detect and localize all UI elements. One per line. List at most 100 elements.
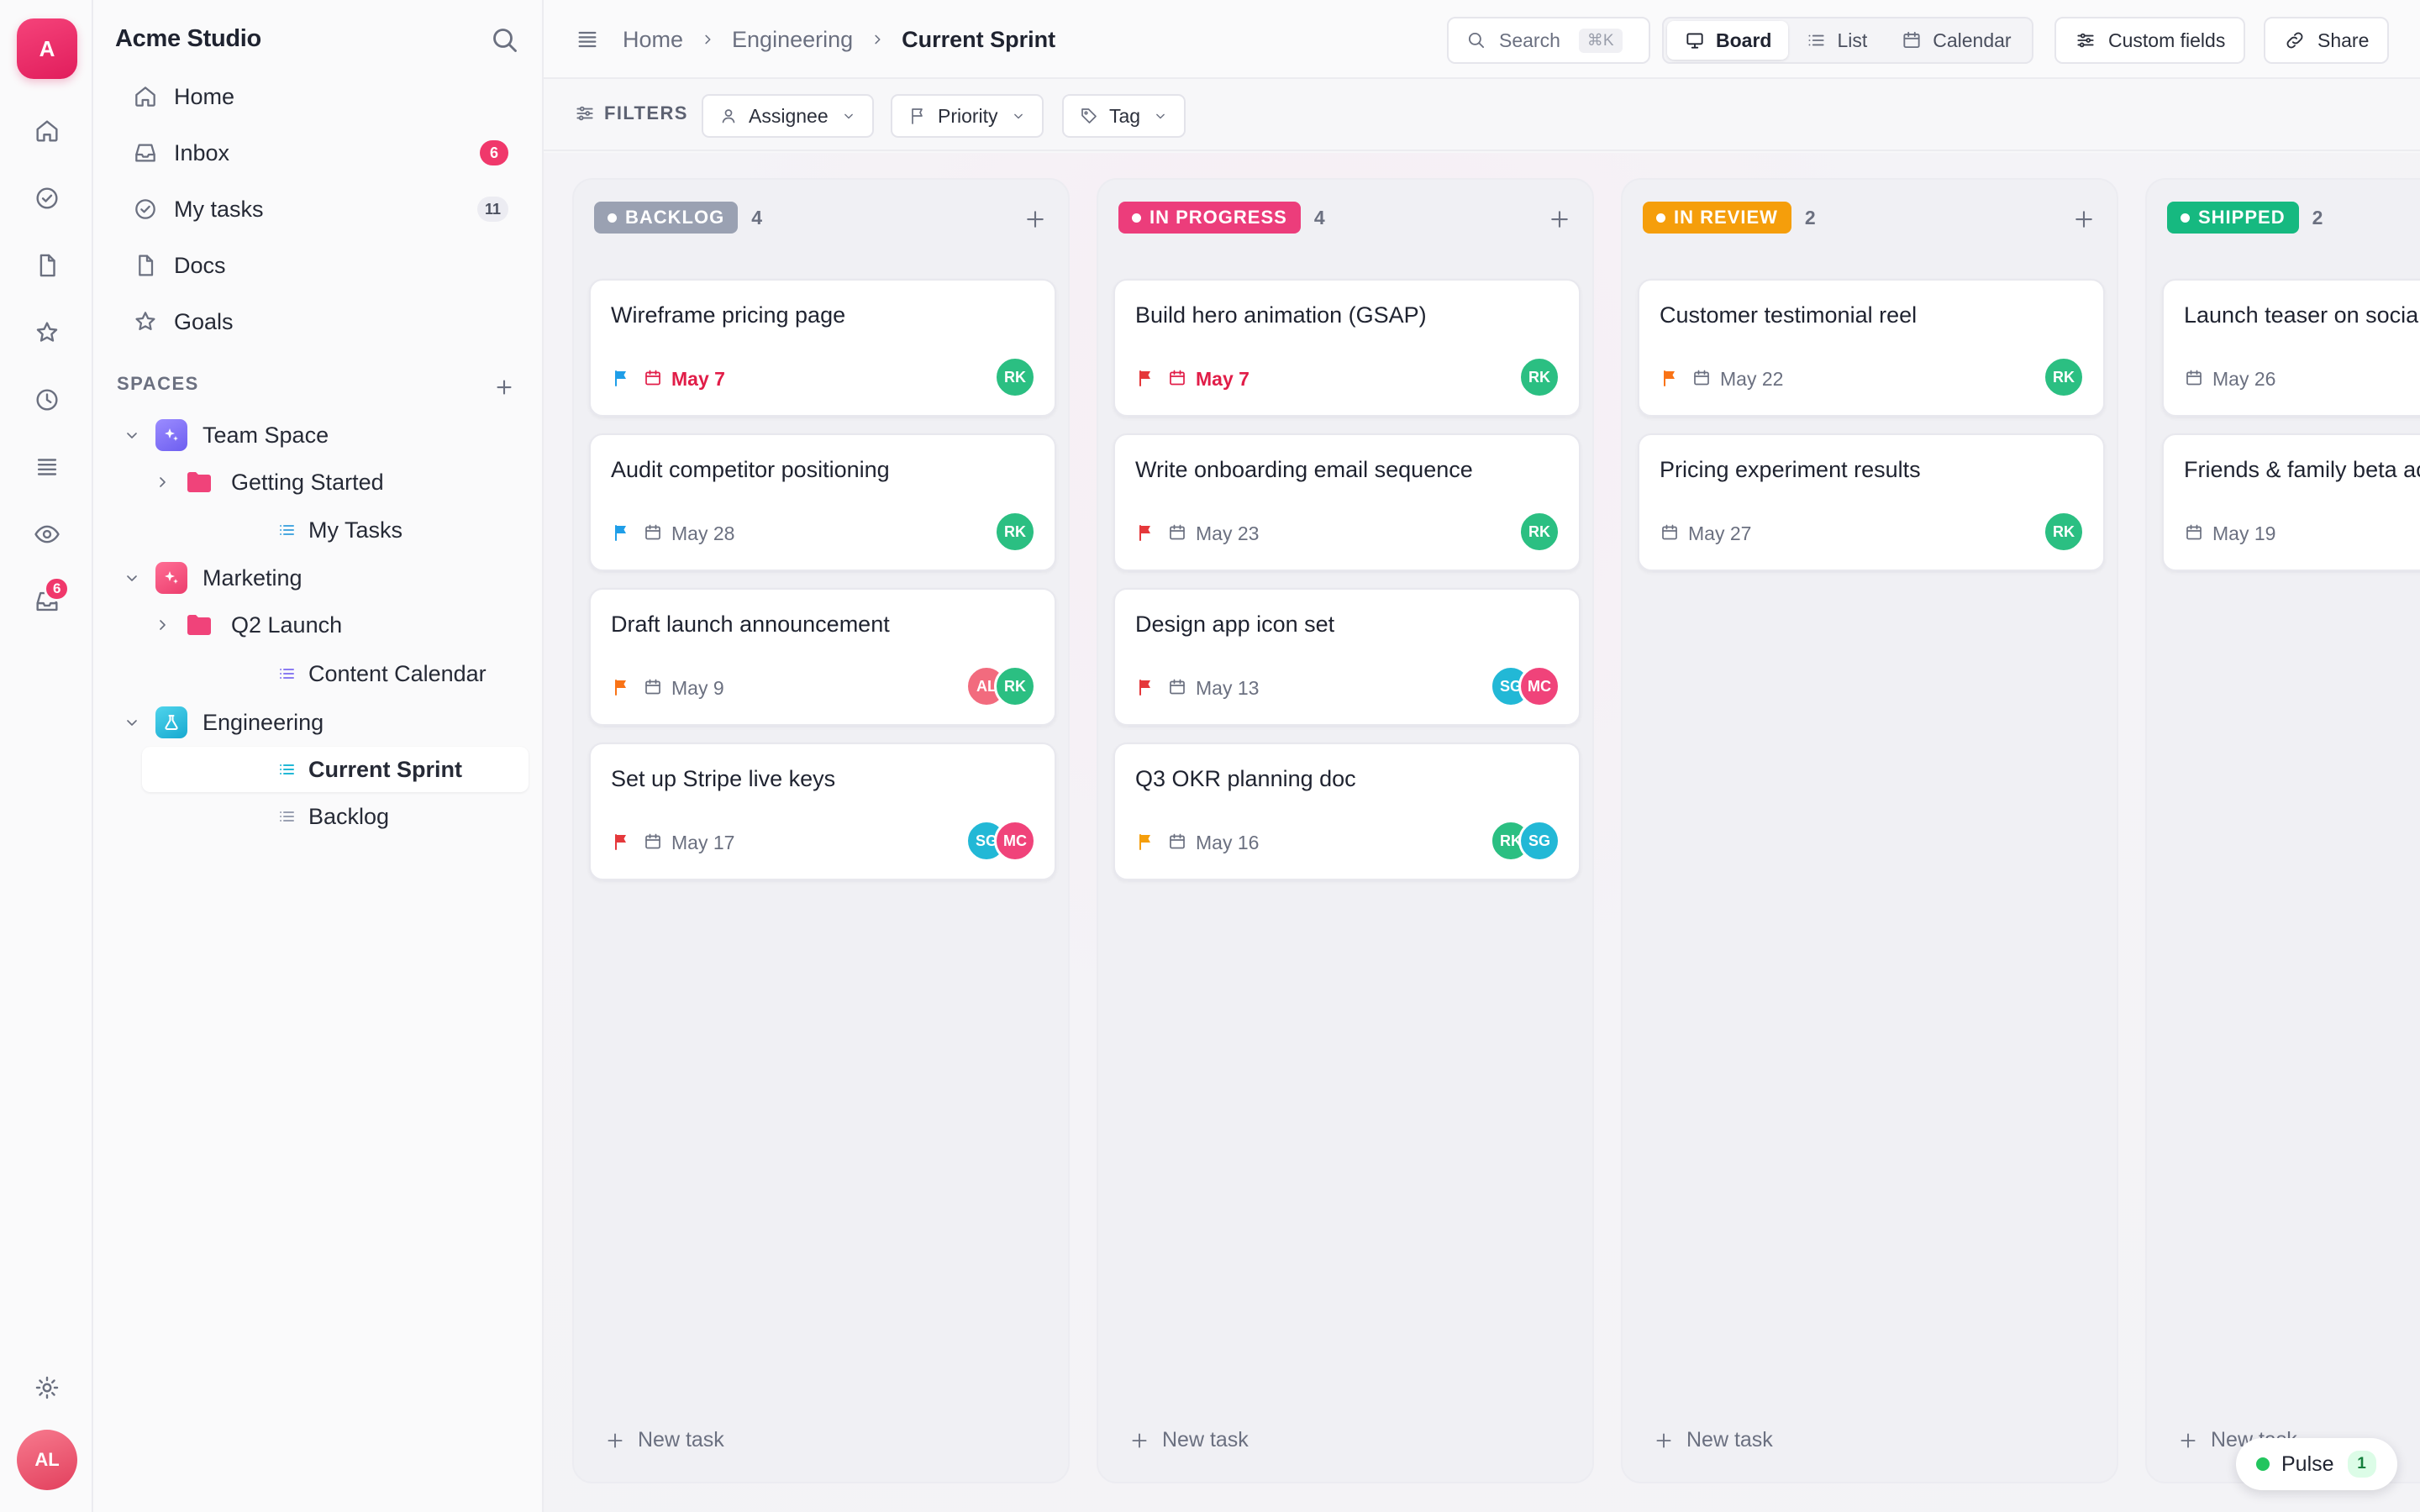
priority-flag-icon[interactable]	[611, 677, 631, 697]
priority-flag-icon[interactable]	[611, 522, 631, 543]
assignee-avatars[interactable]: AL RK	[965, 665, 1036, 707]
workspace-name[interactable]: Acme Studio	[115, 25, 261, 53]
due-date[interactable]: May 9	[671, 677, 724, 700]
filter-priority[interactable]: Priority	[891, 94, 1044, 138]
task-card[interactable]: Pricing experiment results May 27 RK	[1638, 433, 2105, 571]
priority-flag-icon[interactable]	[1135, 522, 1155, 543]
task-card[interactable]: Set up Stripe live keys May 17 SG MC	[589, 743, 1056, 880]
add-task-plus-icon[interactable]	[1023, 207, 1048, 232]
chevron-down-icon[interactable]	[122, 425, 142, 445]
task-card[interactable]: Write onboarding email sequence May 23 RK	[1113, 433, 1581, 571]
rail-stack-icon[interactable]	[27, 447, 67, 487]
due-date[interactable]: May 23	[1196, 522, 1259, 545]
task-card[interactable]: Customer testimonial reel May 22 RK	[1638, 279, 2105, 417]
assignee-avatars[interactable]: RK	[2043, 511, 2085, 553]
rail-favorites-icon[interactable]	[27, 312, 67, 353]
rail-docs-icon[interactable]	[27, 245, 67, 286]
due-date[interactable]: May 22	[1720, 368, 1783, 391]
sidebar-toggle-icon[interactable]	[574, 26, 601, 53]
workspace-logo[interactable]: A	[17, 18, 77, 79]
due-date[interactable]: May 16	[1196, 832, 1259, 854]
task-card[interactable]: Launch teaser on social May 26	[2162, 279, 2420, 417]
tab-calendar[interactable]: Calendar	[1884, 21, 2028, 60]
status-badge[interactable]: SHIPPED	[2167, 202, 2299, 234]
tab-list[interactable]: List	[1788, 21, 1884, 60]
sidebar-item-goals[interactable]: Goals	[118, 298, 527, 345]
assignee-avatars[interactable]: RK	[1518, 356, 1560, 398]
assignee-avatars[interactable]: SG MC	[965, 820, 1036, 862]
assignee-avatars[interactable]: RK	[994, 511, 1036, 553]
task-card[interactable]: Draft launch announcement May 9 AL RK	[589, 588, 1056, 726]
priority-flag-icon[interactable]	[1135, 677, 1155, 697]
task-card[interactable]: Friends & family beta access May 19	[2162, 433, 2420, 571]
filter-assignee[interactable]: Assignee	[702, 94, 874, 138]
chevron-down-icon[interactable]	[122, 712, 142, 732]
chevron-right-icon[interactable]	[152, 615, 172, 635]
space-engineering[interactable]: Engineering	[118, 700, 324, 745]
sidebar-search-icon[interactable]	[488, 24, 522, 57]
due-date[interactable]: May 28	[671, 522, 734, 545]
sidebar-item-home[interactable]: Home	[118, 73, 527, 120]
add-task-plus-icon[interactable]	[2071, 207, 2096, 232]
filters-toggle[interactable]: FILTERS	[574, 102, 688, 124]
space-marketing[interactable]: Marketing	[118, 555, 302, 601]
task-card[interactable]: Build hero animation (GSAP) May 7 RK	[1113, 279, 1581, 417]
status-badge[interactable]: IN REVIEW	[1643, 202, 1791, 234]
priority-flag-icon[interactable]	[611, 368, 631, 388]
new-task-button[interactable]: New task	[604, 1428, 724, 1452]
chevron-down-icon[interactable]	[122, 568, 142, 588]
task-card[interactable]: Q3 OKR planning doc May 16 RK SG	[1113, 743, 1581, 880]
folder-q2-launch[interactable]: Q2 Launch	[152, 602, 342, 648]
priority-flag-icon[interactable]	[611, 832, 631, 852]
assignee-avatars[interactable]: RK SG	[1490, 820, 1560, 862]
add-task-plus-icon[interactable]	[1547, 207, 1572, 232]
breadcrumb-home[interactable]: Home	[623, 27, 683, 53]
custom-fields-button[interactable]: Custom fields	[2054, 17, 2246, 64]
new-task-button[interactable]: New task	[1128, 1428, 1249, 1452]
sidebar-item-docs[interactable]: Docs	[118, 242, 527, 289]
priority-flag-icon[interactable]	[1135, 832, 1155, 852]
tag-icon	[1081, 108, 1097, 123]
add-space-plus-icon[interactable]	[492, 375, 517, 400]
share-button[interactable]: Share	[2264, 17, 2390, 64]
settings-gear-icon[interactable]	[27, 1368, 67, 1408]
task-card[interactable]: Design app icon set May 13 SG MC	[1113, 588, 1581, 726]
sidebar-item-inbox[interactable]: Inbox 6	[118, 129, 527, 176]
due-date[interactable]: May 27	[1688, 522, 1751, 545]
due-date[interactable]: May 26	[2212, 368, 2275, 391]
space-team-space[interactable]: Team Space	[118, 412, 329, 458]
search-button[interactable]: Search ⌘K	[1447, 17, 1650, 64]
folder-getting-started[interactable]: Getting Started	[152, 459, 384, 505]
assignee-avatars[interactable]: SG MC	[1490, 665, 1560, 707]
list-content-calendar[interactable]: Content Calendar	[276, 651, 487, 696]
priority-flag-icon[interactable]	[1135, 368, 1155, 388]
task-card[interactable]: Audit competitor positioning May 28 RK	[589, 433, 1056, 571]
filter-tag[interactable]: Tag	[1062, 94, 1186, 138]
rail-home-icon[interactable]	[27, 111, 67, 151]
due-date[interactable]: May 13	[1196, 677, 1259, 700]
pulse-widget[interactable]: Pulse 1	[2236, 1438, 2397, 1490]
rail-tasks-icon[interactable]	[27, 178, 67, 218]
assignee-avatars[interactable]: RK	[1518, 511, 1560, 553]
chevron-right-icon[interactable]	[152, 472, 172, 492]
assignee-avatars[interactable]: RK	[2043, 356, 2085, 398]
assignee-avatars[interactable]: RK	[994, 356, 1036, 398]
rail-recent-icon[interactable]	[27, 380, 67, 420]
list-current-sprint[interactable]: Current Sprint	[142, 747, 529, 792]
priority-flag-icon[interactable]	[1660, 368, 1680, 388]
task-card[interactable]: Wireframe pricing page May 7 RK	[589, 279, 1056, 417]
status-badge[interactable]: BACKLOG	[594, 202, 739, 234]
sidebar-item-my-tasks[interactable]: My tasks 11	[118, 186, 527, 233]
tab-board[interactable]: Board	[1667, 21, 1789, 60]
breadcrumb-space[interactable]: Engineering	[732, 27, 853, 53]
new-task-button[interactable]: New task	[1653, 1428, 1773, 1452]
list-backlog[interactable]: Backlog	[276, 794, 389, 839]
due-date[interactable]: May 17	[671, 832, 734, 854]
status-badge[interactable]: IN PROGRESS	[1118, 202, 1301, 234]
due-date[interactable]: May 19	[2212, 522, 2275, 545]
list-my-tasks[interactable]: My Tasks	[276, 507, 402, 553]
due-date[interactable]: May 7	[1196, 368, 1249, 391]
due-date[interactable]: May 7	[671, 368, 725, 391]
user-avatar[interactable]: AL	[17, 1430, 77, 1490]
rail-watching-icon[interactable]	[27, 514, 67, 554]
